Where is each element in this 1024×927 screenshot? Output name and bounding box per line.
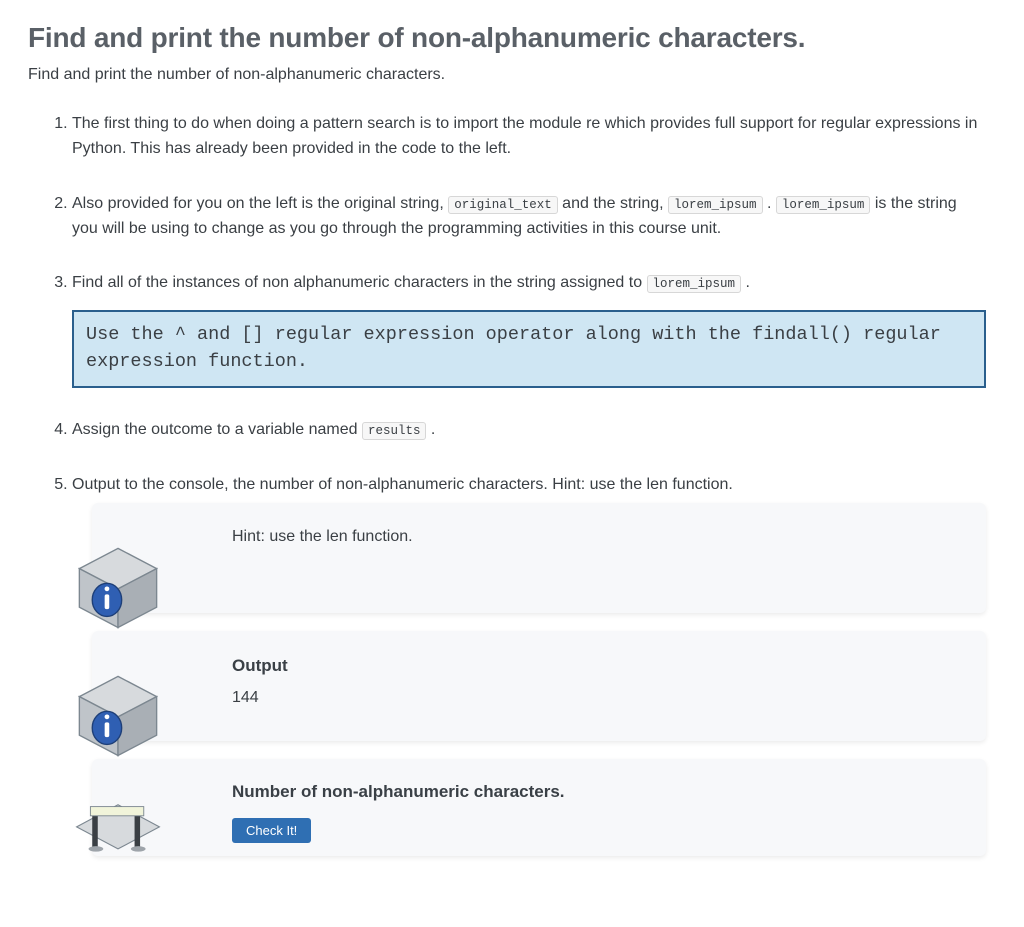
steps-list: The first thing to do when doing a patte… (28, 112, 996, 855)
step-5: Output to the console, the number of non… (72, 473, 996, 856)
step-4: Assign the outcome to a variable named r… (72, 418, 996, 443)
code-lorem-ipsum-2: lorem_ipsum (776, 196, 871, 214)
page-title: Find and print the number of non-alphanu… (28, 16, 996, 59)
step-2-text-c: . (763, 195, 776, 212)
output-value: 144 (232, 686, 962, 711)
step-1-text: The first thing to do when doing a patte… (72, 115, 977, 157)
step-3-text-b: . (741, 274, 750, 291)
step-4-text-b: . (426, 421, 435, 438)
check-it-button[interactable]: Check It! (232, 818, 311, 843)
step-3: Find all of the instances of non alphanu… (72, 271, 996, 387)
code-lorem-ipsum-3: lorem_ipsum (647, 275, 742, 293)
step-1: The first thing to do when doing a patte… (72, 112, 996, 162)
check-card: Number of non-alphanumeric characters. C… (92, 759, 986, 855)
code-lorem-ipsum-1: lorem_ipsum (668, 196, 763, 214)
hint-card: Hint: use the len function. (92, 503, 986, 613)
step-2-text-a: Also provided for you on the left is the… (72, 195, 448, 212)
info-cube-icon (72, 541, 164, 633)
step-5-text: Output to the console, the number of non… (72, 476, 733, 493)
info-cube-icon (72, 669, 164, 761)
hint-card-text: Hint: use the len function. (232, 525, 962, 550)
cards-area: Hint: use the len function. Output 144 (72, 503, 986, 855)
code-original-text: original_text (448, 196, 558, 214)
check-title: Number of non-alphanumeric characters. (232, 779, 962, 805)
step-2: Also provided for you on the left is the… (72, 192, 996, 242)
hurdle-icon (72, 779, 164, 871)
code-results: results (362, 422, 427, 440)
hint-callout: Use the ^ and [] regular expression oper… (72, 310, 986, 388)
step-2-text-b: and the string, (558, 195, 668, 212)
step-3-text-a: Find all of the instances of non alphanu… (72, 274, 647, 291)
page-subtitle: Find and print the number of non-alphanu… (28, 63, 996, 88)
output-card: Output 144 (92, 631, 986, 741)
output-title: Output (232, 653, 962, 679)
step-4-text-a: Assign the outcome to a variable named (72, 421, 362, 438)
